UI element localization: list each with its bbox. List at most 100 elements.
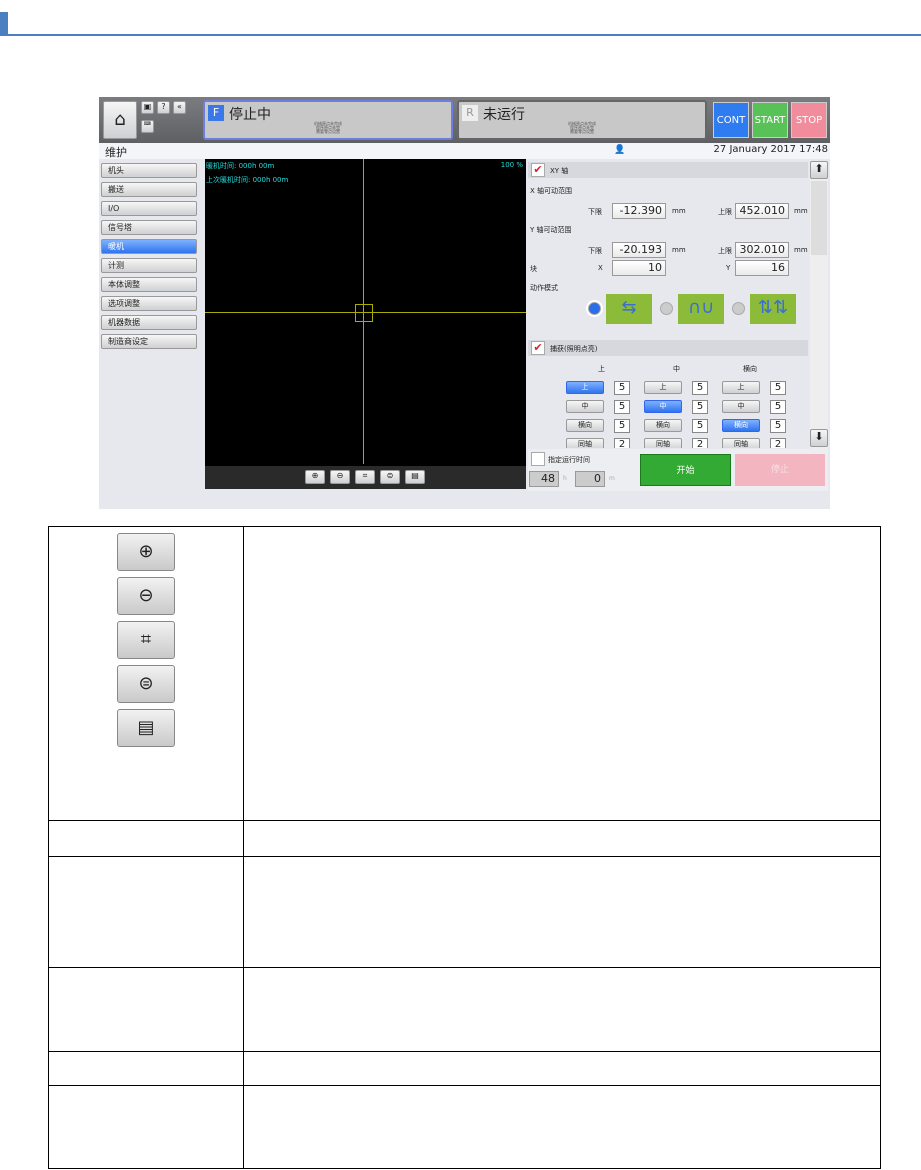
unit-label: mm [794,207,808,215]
capture-count-input[interactable]: 2 [692,438,708,448]
cross-pattern-icon[interactable]: ⇅⇅ [750,294,796,324]
back-icon[interactable]: « [173,101,186,114]
block-x-input[interactable]: 10 [612,260,666,276]
capture-count-input[interactable]: 5 [692,381,708,395]
sidebar-item-warmup[interactable]: 暖机 [101,239,197,254]
fit-button[interactable]: ⌗ [355,470,375,484]
sidebar-item-option-adjust[interactable]: 选项调整 [101,296,197,311]
minutes-unit: m [609,475,615,482]
capture-count-input[interactable]: 5 [770,400,786,414]
warmup-stop-button[interactable]: 停止 [735,454,825,486]
zoom-reset-button[interactable]: ⊜ [380,470,400,484]
capture-light-button[interactable]: 同轴 [566,438,604,448]
table-cell [243,1051,881,1086]
zigzag-pattern-icon[interactable]: ⇆ [606,294,652,324]
xy-canvas[interactable]: 暖机时间: 000h 00m 上次暖机时间: 000h 00m 100 % ⊕ … [205,159,526,489]
book-icon[interactable]: ▣ [141,101,154,114]
sidebar-item-body-adjust[interactable]: 本体调整 [101,277,197,292]
zoom-reset-icon: ⊜ [117,665,175,703]
capture-count-input[interactable]: 5 [692,400,708,414]
xy-axis-checkbox[interactable]: ✔ [531,163,545,177]
mode-radio-serpentine[interactable] [660,302,673,315]
block-label: 块 [530,265,537,273]
capture-count-input[interactable]: 2 [770,438,786,448]
mode-radio-zigzag[interactable] [588,302,601,315]
status-r-sub: 需要零点设置 [570,129,594,134]
table-cell [243,1085,881,1169]
sidebar-item-transport[interactable]: 搬送 [101,182,197,197]
capture-light-button[interactable]: 上 [566,381,604,394]
capture-count-input[interactable]: 5 [770,419,786,433]
table-cell [48,1085,244,1169]
serpentine-pattern-icon[interactable]: ∩∪ [678,294,724,324]
help-icon[interactable]: ? [157,101,170,114]
capture-light-button[interactable]: 中 [722,400,760,413]
sidebar-item-maker-settings[interactable]: 制造商设定 [101,334,197,349]
table-cell [48,967,244,1052]
capture-col-header: 上 [598,365,605,373]
sidebar-item-io[interactable]: I/O [101,201,197,216]
capture-light-button[interactable]: 中 [566,400,604,413]
capture-count-input[interactable]: 5 [614,381,630,395]
scroll-thumb[interactable] [811,181,827,255]
section-header-bar [0,0,921,36]
capture-light-button[interactable]: 同轴 [722,438,760,448]
capture-count-input[interactable]: 2 [614,438,630,448]
scroll-up-icon[interactable]: ⬆ [810,161,828,179]
y-upper-input[interactable]: 302.010 [735,242,789,258]
zoom-in-button[interactable]: ⊕ [305,470,325,484]
keyboard-icon[interactable]: ⌨ [141,120,154,133]
capture-light-button[interactable]: 同轴 [644,438,682,448]
capture-light-button[interactable]: 上 [722,381,760,394]
sidebar-item-measure[interactable]: 计测 [101,258,197,273]
warmup-start-button[interactable]: 开始 [640,454,731,486]
section-marker [0,12,8,34]
capture-light-button[interactable]: 横向 [644,419,682,432]
scrollbar[interactable]: ⬆ ⬇ [810,161,828,449]
x-range-label: X 轴可动范围 [530,187,573,195]
warmup-screenshot: ⌂ ▣ ? « ⌨ F 停止中 机械原点未完成 程序原点未完 需要零点设置 R … [99,97,830,509]
minutes-input[interactable]: 0 [575,471,605,487]
start-button[interactable]: START [752,102,788,138]
x-lower-input[interactable]: -12.390 [612,203,666,219]
mode-radio-cross[interactable] [732,302,745,315]
y-upper-label: 上限 [718,247,732,255]
capture-count-input[interactable]: 5 [614,400,630,414]
runtime-checkbox[interactable] [531,452,545,466]
scroll-down-icon[interactable]: ⬇ [810,429,828,447]
capture-count-input[interactable]: 5 [692,419,708,433]
sidebar-item-head[interactable]: 机头 [101,163,197,178]
description-cell [243,526,881,821]
cont-button[interactable]: CONT [713,102,749,138]
capture-header: 捕获(照明点亮) [550,345,598,353]
description-table: ⊕ ⊖ ⌗ ⊜ ▤ [48,526,881,1169]
xy-axis-header: XY 轴 [550,167,569,175]
status-r-label: 未运行 [483,107,525,123]
x-upper-input[interactable]: 452.010 [735,203,789,219]
capture-count-input[interactable]: 5 [770,381,786,395]
capture-count-input[interactable]: 5 [614,419,630,433]
capture-light-button[interactable]: 横向 [566,419,604,432]
capture-light-button[interactable]: 中 [644,400,682,413]
zoom-out-button[interactable]: ⊖ [330,470,350,484]
sidebar-item-machine-data[interactable]: 机器数据 [101,315,197,330]
block-y-input[interactable]: 16 [735,260,789,276]
home-button[interactable]: ⌂ [103,101,137,139]
head-position-marker [355,304,373,322]
sidebar-item-signal-tower[interactable]: 信号塔 [101,220,197,235]
zoom-level: 100 % [500,161,523,169]
status-r-panel: R 未运行 机械原点未完成 程序原点未完 需要零点设置 [457,100,707,140]
y-lower-input[interactable]: -20.193 [612,242,666,258]
capture-light-button[interactable]: 上 [644,381,682,394]
mode-label: 动作模式 [530,284,558,292]
table-cell [243,967,881,1052]
capture-checkbox[interactable]: ✔ [531,341,545,355]
stop-button[interactable]: STOP [791,102,827,138]
zoom-out-icon: ⊖ [117,577,175,615]
unit-label: mm [794,246,808,254]
capture-light-button[interactable]: 横向 [722,419,760,432]
status-f-panel: F 停止中 机械原点未完成 程序原点未完 需要零点设置 [203,100,453,140]
status-f-letter: F [208,105,224,121]
detail-zoom-button[interactable]: ▤ [405,470,425,484]
hours-input[interactable]: 48 [529,471,559,487]
